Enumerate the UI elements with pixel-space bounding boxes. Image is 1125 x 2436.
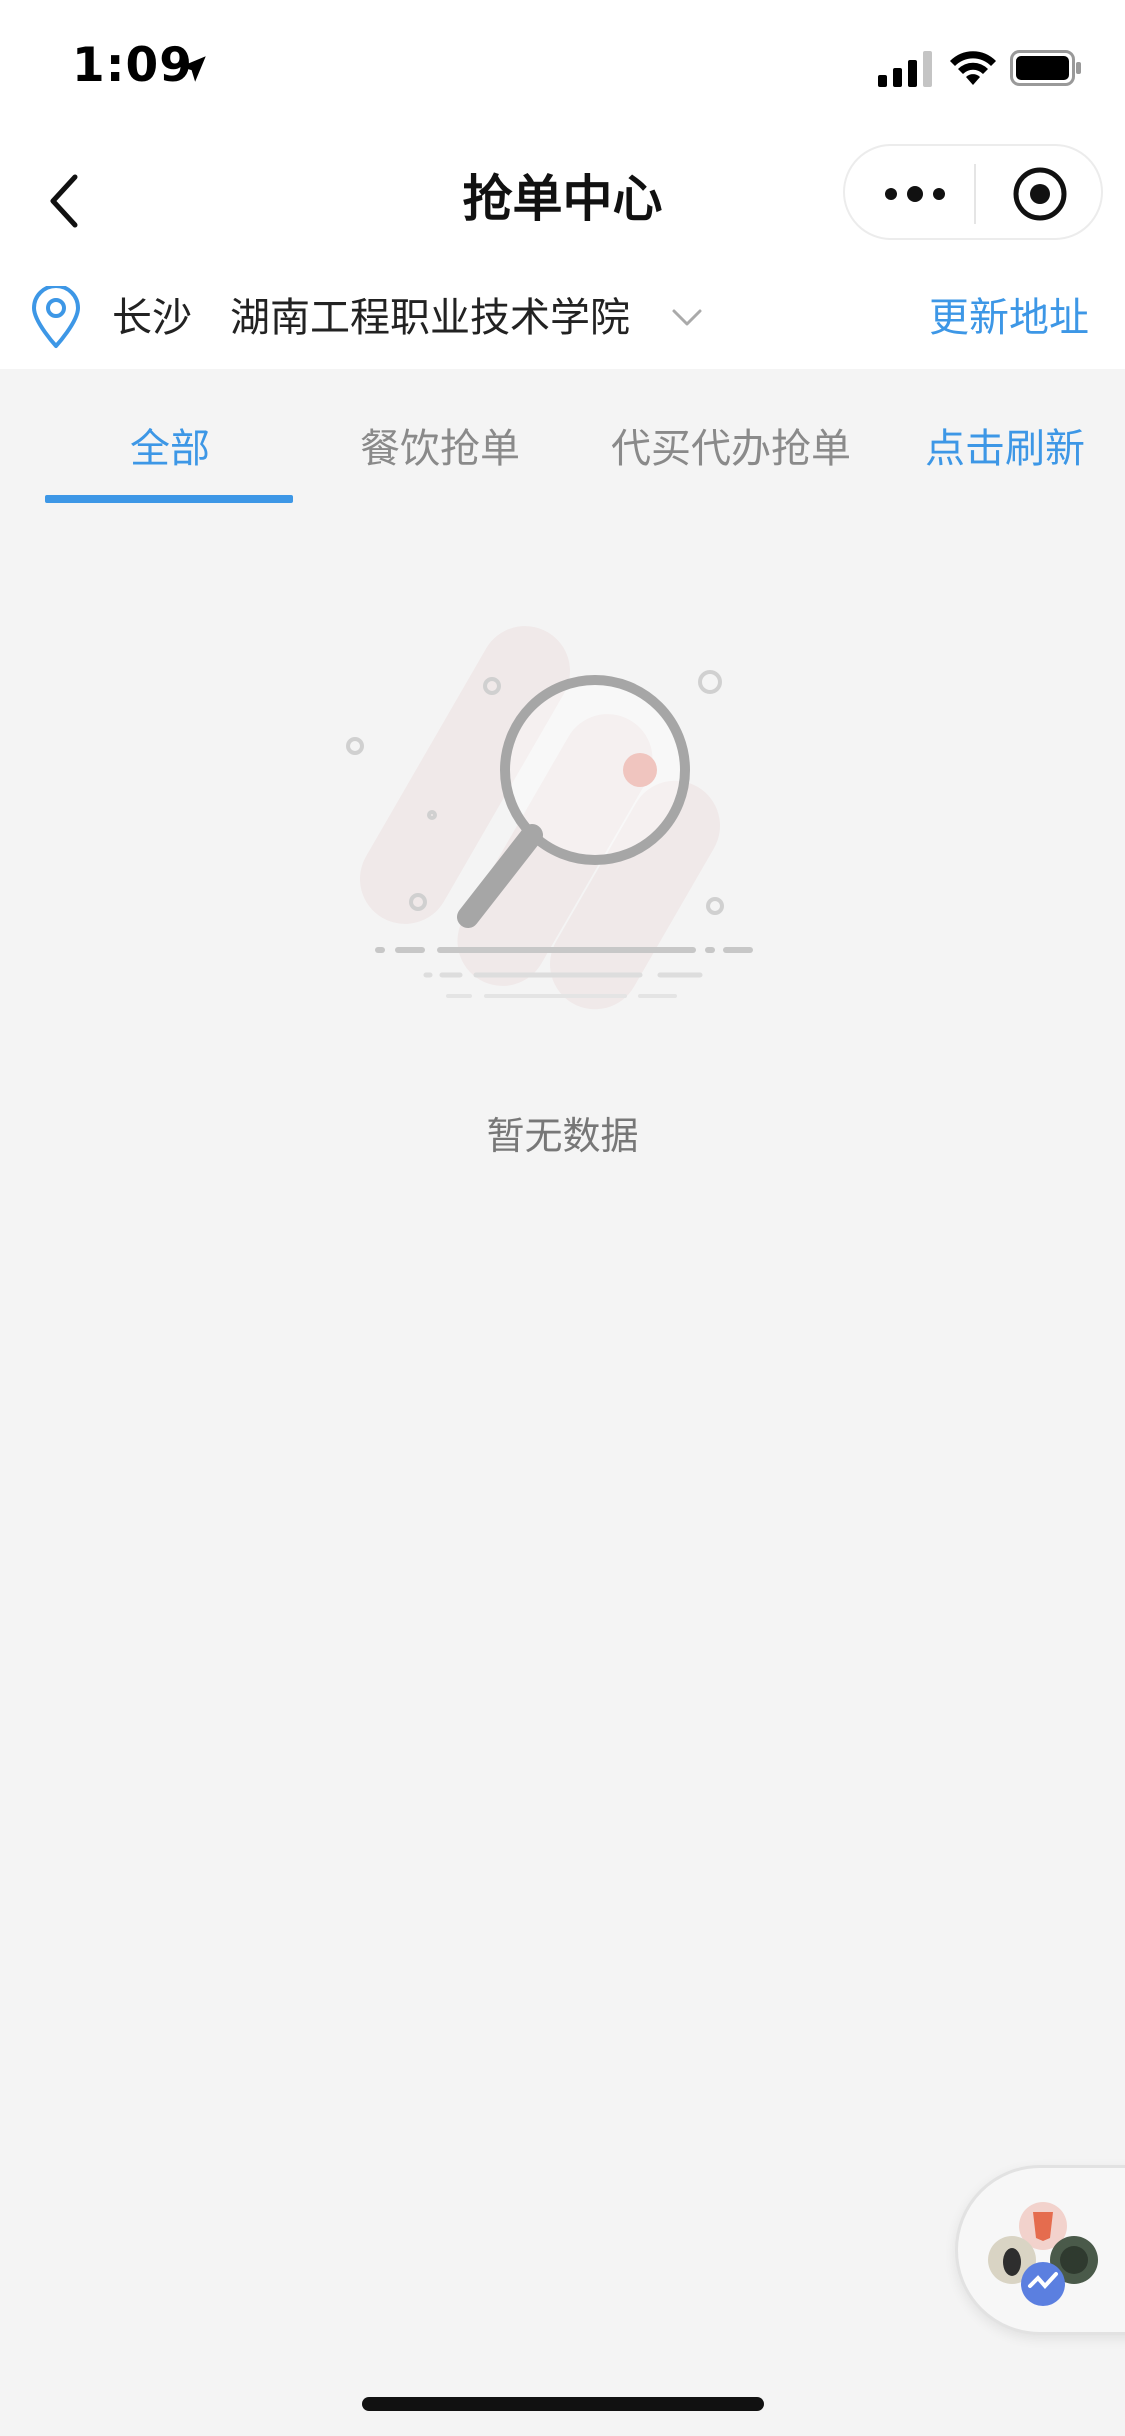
refresh-button[interactable]: 点击刷新 [925, 419, 1085, 479]
tab-bar: 全部 餐饮抢单 代买代办抢单 点击刷新 [0, 369, 1125, 509]
empty-state-text: 暂无数据 [486, 1114, 639, 1158]
tab-active-indicator [45, 495, 293, 503]
chevron-down-icon[interactable] [670, 306, 704, 330]
more-button[interactable] [875, 166, 955, 222]
more-dots-icon [885, 186, 945, 202]
status-bar: 1:09 [0, 0, 1125, 135]
floating-widget-button[interactable] [955, 2165, 1125, 2335]
close-button[interactable] [1000, 164, 1080, 224]
wifi-icon [950, 51, 996, 85]
battery-icon [1010, 50, 1081, 86]
cellular-signal-icon [878, 51, 932, 87]
map-pin-icon [32, 286, 80, 348]
update-address-button[interactable]: 更新地址 [929, 288, 1089, 348]
tab-errand-orders[interactable]: 代买代办抢单 [611, 419, 851, 479]
magnifier-empty-icon [346, 626, 753, 1010]
location-bar: 长沙 湖南工程职业技术学院 更新地址 [0, 268, 1125, 369]
page: 1:09 抢单中心 长沙 湖南工程职业技术学院 更新地址 全部 餐饮抢单 代买代… [0, 0, 1125, 2436]
target-close-icon [1013, 167, 1067, 221]
tab-all[interactable]: 全部 [130, 419, 210, 479]
home-indicator [362, 2397, 764, 2411]
mini-program-capsule [843, 144, 1103, 240]
app-cluster-icon [988, 2202, 1098, 2306]
location-arrow-icon [180, 56, 206, 82]
nav-bar: 抢单中心 [0, 135, 1125, 268]
status-time: 1:09 [72, 38, 193, 93]
tab-food-orders[interactable]: 餐饮抢单 [360, 419, 520, 479]
location-city[interactable]: 长沙 [112, 288, 192, 348]
location-school[interactable]: 湖南工程职业技术学院 [230, 288, 630, 348]
capsule-divider [974, 164, 976, 224]
